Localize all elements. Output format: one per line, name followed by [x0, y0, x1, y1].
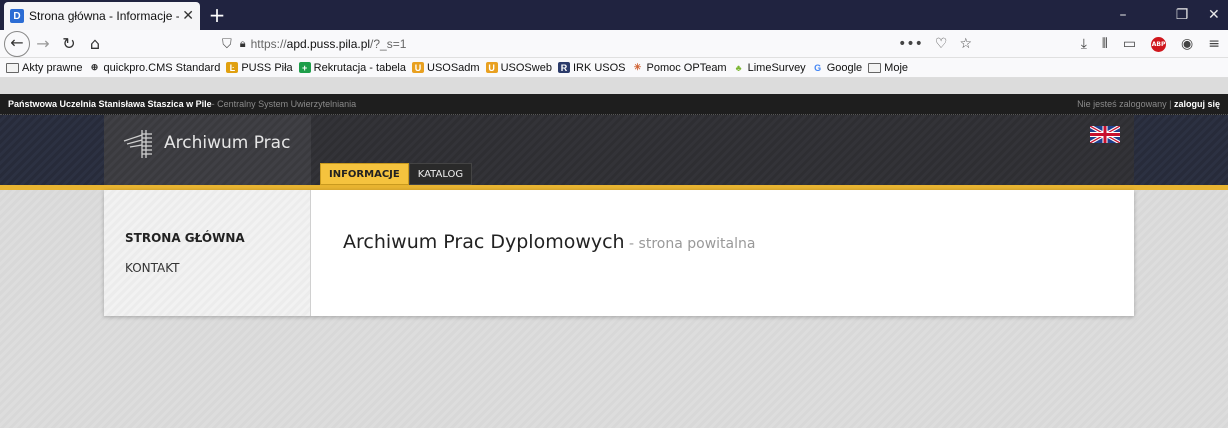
bookmark-label: Google [826, 61, 863, 74]
home-icon[interactable]: ⌂ [82, 31, 108, 57]
address-bar[interactable]: ⛉ 🔒︎ https://apd.puss.pila.pl/?_s=1 ••• … [222, 33, 972, 55]
adblock-icon[interactable]: ABP [1151, 36, 1167, 52]
top-strip: Państwowa Uczelnia Stanisława Staszica w… [0, 94, 1228, 115]
account-icon[interactable]: ◉ [1181, 36, 1193, 52]
sidebar-icon[interactable]: ▭ [1123, 36, 1136, 52]
bookmark-item[interactable]: ♣ LimeSurvey [733, 62, 806, 74]
bookmark-label: USOSweb [500, 61, 552, 74]
close-tab-icon[interactable]: ✕ [182, 8, 194, 24]
restore-icon[interactable]: ❐ [1162, 0, 1202, 30]
uk-flag-icon[interactable] [1090, 126, 1120, 143]
login-link[interactable]: zaloguj się [1174, 99, 1220, 109]
minimize-icon[interactable]: – [1103, 0, 1143, 30]
lime-icon: ♣ [735, 62, 742, 73]
close-window-icon[interactable]: ✕ [1208, 0, 1228, 30]
main-tabs: INFORMACJE KATALOG [320, 163, 473, 185]
login-status: Nie jesteś zalogowany | zaloguj się [1077, 99, 1220, 109]
bookmark-star-icon[interactable]: ☆ [959, 36, 972, 52]
bookmark-item[interactable]: ⊕ quickpro.CMS Standard [89, 62, 221, 74]
web-page: Państwowa Uczelnia Stanisława Staszica w… [0, 94, 1228, 428]
sidenav-item-strona-glowna[interactable]: STRONA GŁÓWNA [125, 231, 310, 245]
tab-informacje[interactable]: INFORMACJE [320, 163, 409, 185]
google-icon: G [814, 62, 822, 73]
logo-text: Archiwum Prac [164, 133, 291, 153]
pocket-icon[interactable]: ♡ [935, 36, 948, 52]
forward-icon[interactable]: → [30, 31, 56, 57]
bookmark-label: Akty prawne [22, 61, 83, 74]
bookmark-item[interactable]: Ŀ PUSS Piła [226, 61, 293, 74]
bookmark-label: IRK USOS [572, 61, 626, 74]
browser-tabbar: D Strona główna - Informacje - P ✕ + – ❐… [0, 0, 1228, 30]
globe-icon: ⊕ [90, 62, 99, 72]
bookmark-item[interactable]: R IRK USOS [557, 61, 626, 74]
bookmark-item[interactable]: U USOSweb [485, 61, 552, 74]
new-tab-icon[interactable]: + [205, 2, 229, 28]
bookmark-label: LimeSurvey [747, 61, 806, 74]
url-text[interactable]: https://apd.puss.pila.pl/?_s=1 [251, 37, 407, 51]
page-title: Archiwum Prac Dyplomowych [343, 231, 625, 253]
lock-icon[interactable]: 🔒︎ [240, 37, 246, 51]
bookmark-item[interactable]: G Google [812, 62, 862, 74]
main-content: Archiwum Prac Dyplomowych - strona powit… [311, 190, 755, 316]
bookmark-label: Moje [884, 61, 909, 74]
sidenav-item-kontakt[interactable]: KONTAKT [125, 261, 310, 275]
menu-icon[interactable]: ≡ [1208, 36, 1220, 52]
archive-logo-icon [123, 130, 152, 158]
bookmark-item[interactable]: ✳ Pomoc OPTeam [632, 62, 727, 74]
page-actions-icon[interactable]: ••• [898, 36, 923, 52]
usos-icon: U [485, 62, 498, 73]
downloads-icon[interactable]: ⤓ [1081, 36, 1087, 52]
bookmark-item[interactable]: Akty prawne [6, 62, 83, 74]
bookmark-label: Rekrutacja - tabela [313, 61, 406, 74]
site-favicon-icon: D [10, 9, 24, 23]
content-area: STRONA GŁÓWNA KONTAKT Archiwum Prac Dypl… [0, 190, 1228, 428]
site-logo[interactable]: Archiwum Prac [104, 115, 311, 185]
content-panel: STRONA GŁÓWNA KONTAKT Archiwum Prac Dypl… [104, 190, 1134, 316]
system-name: - Centralny System Uwierzytelniania [211, 99, 357, 109]
irk-icon: R [557, 62, 570, 73]
bookmark-label: quickpro.CMS Standard [103, 61, 221, 74]
folder-icon [868, 62, 882, 73]
folder-icon [6, 62, 19, 73]
reload-icon[interactable]: ↻ [56, 31, 82, 57]
site-header: Archiwum Prac INFORMACJE KATALOG [0, 115, 1228, 185]
bookmarks-bar: Akty prawne ⊕ quickpro.CMS Standard Ŀ PUSS P… [0, 58, 1228, 78]
star-icon: ✳ [633, 62, 642, 72]
sheet-icon: + [298, 62, 311, 73]
university-name[interactable]: Państwowa Uczelnia Stanisława Staszica w… [8, 99, 212, 109]
tab-katalog[interactable]: KATALOG [408, 163, 473, 185]
library-icon[interactable]: ⫴ [1102, 36, 1108, 52]
puss-icon: Ŀ [226, 62, 239, 73]
bookmark-item[interactable]: Moje [868, 62, 908, 74]
usos-icon: U [412, 62, 424, 73]
bookmark-item[interactable]: + Rekrutacja - tabela [298, 61, 406, 74]
tab-title: Strona główna - Informacje - P [29, 9, 179, 23]
bookmark-label: USOSadm [427, 61, 480, 74]
page-subtitle: - strona powitalna [624, 236, 756, 252]
shield-icon[interactable]: ⛉ [222, 37, 232, 52]
back-icon[interactable]: ← [4, 30, 30, 57]
bookmark-label: Pomoc OPTeam [646, 61, 727, 74]
bookmark-label: PUSS Piła [241, 61, 293, 74]
browser-tab[interactable]: D Strona główna - Informacje - P ✕ [4, 2, 200, 30]
browser-navbar: ← → ↻ ⌂ ⛉ 🔒︎ https://apd.puss.pila.pl/?_… [0, 30, 1228, 58]
bookmark-item[interactable]: U USOSadm [412, 62, 480, 74]
side-navigation: STRONA GŁÓWNA KONTAKT [104, 190, 311, 316]
